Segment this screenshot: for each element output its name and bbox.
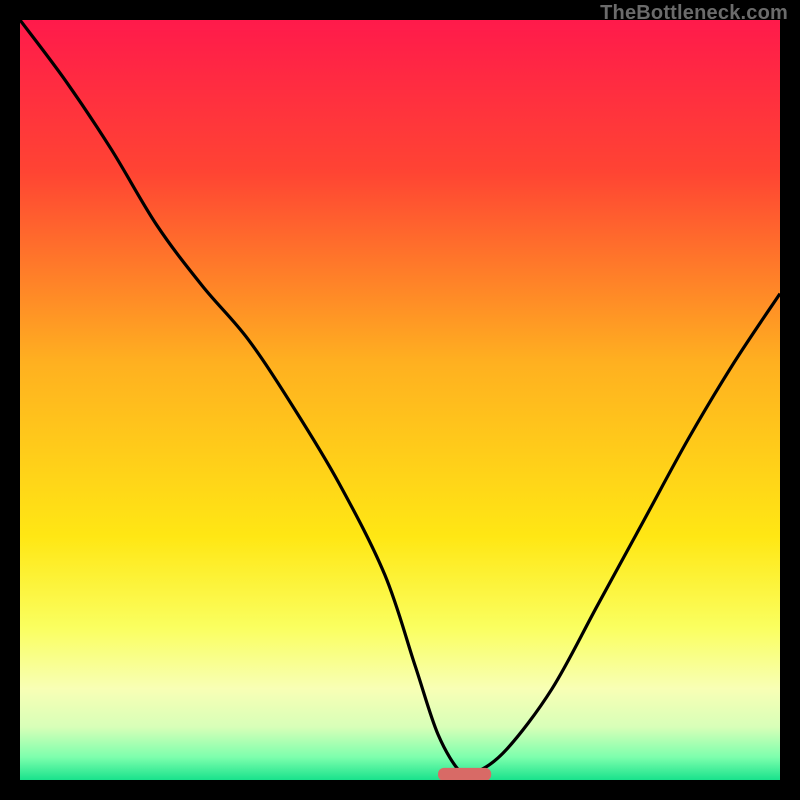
optimal-marker bbox=[438, 768, 491, 780]
bottleneck-chart bbox=[20, 20, 780, 780]
chart-plot-area bbox=[20, 20, 780, 780]
chart-frame: TheBottleneck.com bbox=[0, 0, 800, 800]
gradient-background bbox=[20, 20, 780, 780]
